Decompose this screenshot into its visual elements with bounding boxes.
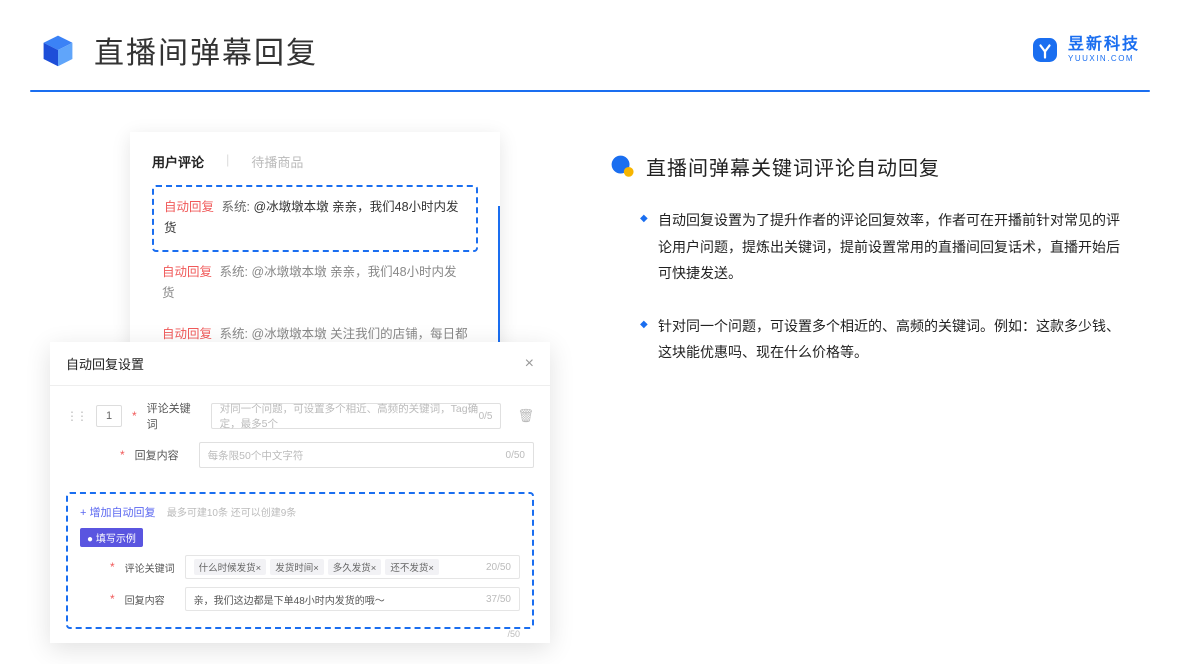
system-label: 系统: — [220, 265, 248, 279]
required-marker: * — [110, 592, 115, 606]
tabs: 用户评论 | 待播商品 — [152, 152, 478, 171]
chat-bubble-icon — [610, 154, 636, 180]
reply-row-form: * 回复内容 每条限50个中文字符 0/50 — [66, 442, 534, 468]
tab-pending-products[interactable]: 待播商品 — [251, 152, 303, 171]
screenshots-column: 用户评论 | 待播商品 自动回复 系统: @冰墩墩本墩 亲亲，我们48小时内发货… — [50, 132, 550, 392]
section-title: 直播间弹幕关键词评论自动回复 — [646, 152, 940, 181]
page-header: 直播间弹幕回复 昱新科技 YUUXIN.COM — [0, 0, 1180, 72]
auto-reply-tag: 自动回复 — [164, 200, 214, 214]
example-keyword-counter: 20/50 — [486, 562, 511, 573]
settings-title: 自动回复设置 — [66, 354, 144, 373]
tab-user-comments[interactable]: 用户评论 — [152, 152, 204, 171]
bottom-counter: /50 — [507, 629, 520, 639]
brand: 昱新科技 YUUXIN.COM — [1030, 35, 1140, 65]
example-block: + 增加自动回复 最多可建10条 还可以创建9条 ● 填写示例 * 评论关键词 … — [66, 492, 534, 629]
system-label: 系统: — [222, 200, 250, 214]
tab-divider: | — [226, 152, 229, 171]
page-title: 直播间弹幕回复 — [94, 28, 318, 72]
delete-icon[interactable]: 🗑 — [517, 408, 534, 424]
bullet-list: 自动回复设置为了提升作者的评论回复效率，作者可在开播前针对常见的评论用户问题，提… — [610, 207, 1130, 366]
keyword-chip[interactable]: 发货时间× — [270, 559, 324, 575]
description-column: 直播间弹幕关键词评论自动回复 自动回复设置为了提升作者的评论回复效率，作者可在开… — [610, 132, 1130, 392]
bullet-item: 自动回复设置为了提升作者的评论回复效率，作者可在开播前针对常见的评论用户问题，提… — [640, 207, 1130, 287]
keyword-input[interactable]: 对同一个问题，可设置多个相近、高频的关键词，Tag确定，最多5个 0/5 — [211, 403, 502, 429]
keyword-chip[interactable]: 还不发货× — [385, 559, 439, 575]
auto-reply-tag: 自动回复 — [162, 265, 212, 279]
required-marker: * — [132, 409, 137, 423]
drag-handle-icon[interactable]: ⋮⋮ — [66, 409, 86, 423]
brand-name-cn: 昱新科技 — [1068, 37, 1140, 53]
keyword-chip[interactable]: 多久发货× — [328, 559, 382, 575]
add-auto-reply-link[interactable]: + 增加自动回复 — [80, 507, 155, 519]
reply-input[interactable]: 每条限50个中文字符 0/50 — [199, 442, 534, 468]
example-reply-input[interactable]: 亲，我们这边都是下单48小时内发货的哦～ 37/50 — [185, 587, 520, 611]
reply-counter: 0/50 — [506, 450, 525, 461]
close-icon[interactable]: × — [525, 355, 534, 373]
auto-reply-settings-panel: 自动回复设置 × ⋮⋮ 1 * 评论关键词 对同一个问题，可设置多个相近、高频的… — [50, 342, 550, 643]
add-hint: 最多可建10条 还可以创建9条 — [167, 508, 296, 519]
keyword-counter: 0/5 — [479, 411, 493, 422]
example-keyword-label: 评论关键词 — [125, 560, 175, 575]
auto-reply-tag: 自动回复 — [162, 327, 212, 341]
required-marker: * — [110, 560, 115, 574]
cube-icon — [40, 32, 76, 68]
brand-logo-icon — [1030, 35, 1060, 65]
keyword-row: ⋮⋮ 1 * 评论关键词 对同一个问题，可设置多个相近、高频的关键词，Tag确定… — [66, 400, 534, 432]
system-label: 系统: — [220, 327, 248, 341]
example-badge: ● 填写示例 — [80, 528, 143, 547]
example-reply-label: 回复内容 — [125, 592, 175, 607]
auto-reply-row: 自动回复 系统: @冰墩墩本墩 亲亲，我们48小时内发货 — [152, 252, 478, 315]
reply-placeholder: 每条限50个中文字符 — [208, 448, 304, 463]
keyword-label: 评论关键词 — [147, 400, 201, 432]
bullet-item: 针对同一个问题，可设置多个相近的、高频的关键词。例如：这款多少钱、这块能优惠吗、… — [640, 313, 1130, 366]
auto-reply-row-highlighted: 自动回复 系统: @冰墩墩本墩 亲亲，我们48小时内发货 — [152, 185, 478, 252]
keyword-placeholder: 对同一个问题，可设置多个相近、高频的关键词，Tag确定，最多5个 — [220, 401, 493, 431]
example-reply-value: 亲，我们这边都是下单48小时内发货的哦～ — [194, 592, 385, 607]
settings-header: 自动回复设置 × — [50, 342, 550, 386]
keyword-chip[interactable]: 什么时候发货× — [194, 559, 267, 575]
required-marker: * — [120, 448, 125, 462]
section-heading: 直播间弹幕关键词评论自动回复 — [610, 152, 1130, 181]
order-number: 1 — [96, 405, 122, 427]
reply-label: 回复内容 — [135, 447, 189, 463]
example-keyword-input[interactable]: 什么时候发货× 发货时间× 多久发货× 还不发货× 20/50 — [185, 555, 520, 579]
brand-name-en: YUUXIN.COM — [1068, 55, 1140, 63]
example-reply-counter: 37/50 — [486, 594, 511, 605]
